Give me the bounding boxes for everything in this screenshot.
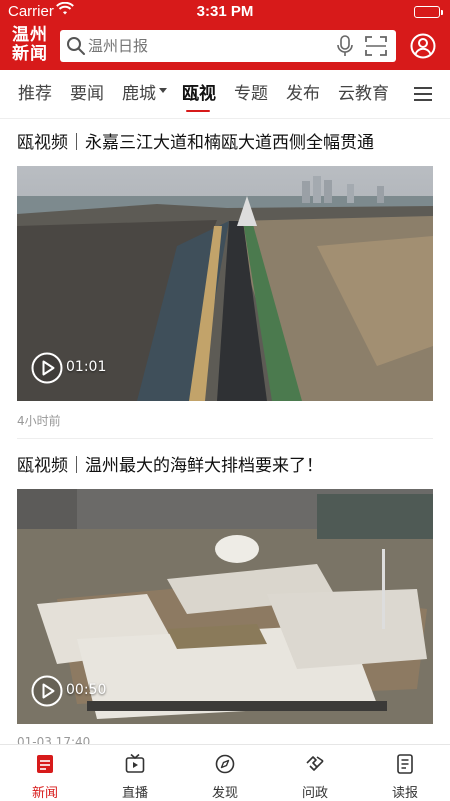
battery-icon	[414, 6, 443, 18]
menu-icon[interactable]	[413, 86, 433, 106]
tab-lucheng-label: 鹿城	[122, 84, 156, 104]
newspaper-icon	[397, 754, 413, 774]
user-profile-icon[interactable]	[410, 33, 436, 63]
logo-text-line1: 温州	[12, 25, 48, 45]
tab-recommend[interactable]: 推荐	[18, 70, 52, 118]
nav-live[interactable]: 直播	[90, 745, 180, 801]
status-bar: Carrier 3:31 PM	[0, 0, 450, 24]
handshake-icon	[306, 756, 324, 771]
bottom-navigation: 新闻 直播 发现 问政 读报	[0, 744, 450, 801]
video-article-card[interactable]: 瓯视频｜温州最大的海鲜大排档要来了！ 00:50 01-03 17:40	[17, 453, 433, 753]
video-article-card[interactable]: 瓯视频｜永嘉三江大道和楠瓯大道西侧全幅贯通 01:01 4小时前	[17, 130, 433, 430]
nav-discover[interactable]: 发现	[180, 745, 270, 801]
chevron-down-icon	[159, 87, 167, 93]
nav-news[interactable]: 新闻	[0, 745, 90, 801]
tab-release[interactable]: 发布	[286, 70, 320, 118]
nav-inquiry[interactable]: 问政	[270, 745, 360, 801]
nav-read-paper[interactable]: 读报	[360, 745, 450, 801]
tab-lucheng[interactable]: 鹿城	[122, 70, 167, 118]
divider	[17, 438, 433, 439]
play-icon[interactable]	[31, 352, 63, 388]
video-thumbnail[interactable]: 00:50	[17, 489, 433, 724]
article-title[interactable]: 瓯视频｜温州最大的海鲜大排档要来了！	[17, 453, 433, 479]
play-icon[interactable]	[31, 675, 63, 711]
article-title[interactable]: 瓯视频｜永嘉三江大道和楠瓯大道西侧全幅贯通	[17, 130, 433, 156]
nav-label: 新闻	[31, 786, 58, 801]
scan-icon[interactable]	[365, 36, 387, 60]
nav-label: 发现	[211, 786, 238, 801]
live-tv-icon	[125, 753, 145, 773]
microphone-icon[interactable]	[336, 35, 354, 61]
search-bar[interactable]	[60, 30, 396, 62]
video-duration: 00:50	[66, 682, 107, 698]
search-input[interactable]	[88, 30, 328, 62]
video-duration: 01:01	[66, 359, 107, 375]
compass-icon	[215, 754, 235, 774]
logo-text-line2: 新闻	[12, 44, 48, 64]
news-icon	[37, 755, 53, 773]
search-icon	[66, 36, 86, 60]
active-tab-indicator	[186, 110, 210, 112]
tab-headlines[interactable]: 要闻	[70, 70, 104, 118]
app-logo[interactable]: 温州 新闻	[8, 26, 52, 66]
tab-cloud-education[interactable]: 云教育	[338, 70, 389, 118]
publish-time: 4小时前	[17, 414, 61, 428]
nav-label: 问政	[301, 786, 328, 801]
clock: 3:31 PM	[196, 3, 254, 20]
nav-label: 读报	[391, 786, 418, 801]
tab-special[interactable]: 专题	[234, 70, 268, 118]
channel-tabs: 推荐 要闻 鹿城 瓯视 专题 发布 云教育	[0, 70, 450, 119]
video-thumbnail[interactable]: 01:01	[17, 166, 433, 401]
nav-label: 直播	[121, 786, 148, 801]
